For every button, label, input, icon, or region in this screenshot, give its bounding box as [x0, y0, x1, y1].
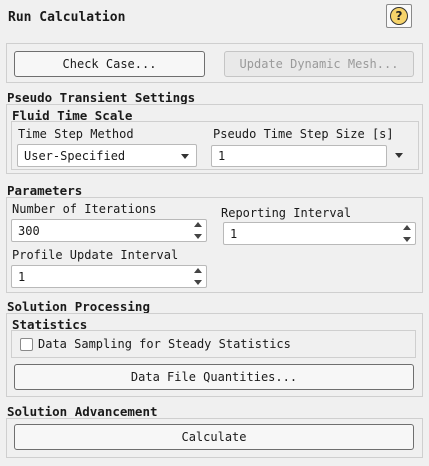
time-step-method-select[interactable]: User-Specified — [17, 144, 197, 167]
pseudo-time-step-label: Pseudo Time Step Size [s] — [213, 127, 394, 141]
update-dynamic-mesh-button[interactable]: Update Dynamic Mesh... — [224, 51, 414, 77]
data-file-quantities-button[interactable]: Data File Quantities... — [14, 364, 414, 390]
calculate-button[interactable]: Calculate — [14, 424, 414, 450]
solution-advancement-title: Solution Advancement — [7, 404, 158, 419]
time-step-method-value: User-Specified — [24, 148, 126, 163]
profile-update-label: Profile Update Interval — [12, 248, 179, 262]
data-sampling-checkbox[interactable] — [20, 338, 33, 351]
pseudo-time-step-input[interactable]: 1 — [211, 145, 387, 167]
spin-arrows-icon[interactable] — [402, 225, 412, 242]
num-iterations-value: 300 — [18, 223, 40, 238]
window-title: Run Calculation — [8, 10, 126, 25]
data-sampling-label[interactable]: Data Sampling for Steady Statistics — [38, 337, 291, 351]
reporting-interval-label: Reporting Interval — [221, 206, 352, 220]
chevron-down-icon — [181, 154, 189, 159]
reporting-interval-value: 1 — [230, 226, 238, 241]
help-icon: ? — [390, 7, 408, 25]
parameters-title: Parameters — [7, 183, 83, 198]
reporting-interval-stepper[interactable]: 1 — [223, 222, 416, 245]
pseudo-time-step-value: 1 — [218, 149, 226, 163]
num-iterations-label: Number of Iterations — [12, 202, 157, 216]
pseudo-time-step-dropdown-icon[interactable] — [395, 153, 403, 158]
spin-arrows-icon[interactable] — [193, 222, 203, 239]
time-step-method-label: Time Step Method — [18, 127, 134, 141]
num-iterations-stepper[interactable]: 300 — [11, 219, 207, 242]
solution-processing-title: Solution Processing — [7, 299, 150, 314]
check-case-button[interactable]: Check Case... — [14, 51, 205, 77]
profile-update-stepper[interactable]: 1 — [11, 265, 207, 288]
help-button[interactable]: ? — [386, 4, 412, 28]
profile-update-value: 1 — [18, 269, 26, 284]
spin-arrows-icon[interactable] — [193, 268, 203, 285]
pseudo-transient-title: Pseudo Transient Settings — [7, 90, 196, 105]
